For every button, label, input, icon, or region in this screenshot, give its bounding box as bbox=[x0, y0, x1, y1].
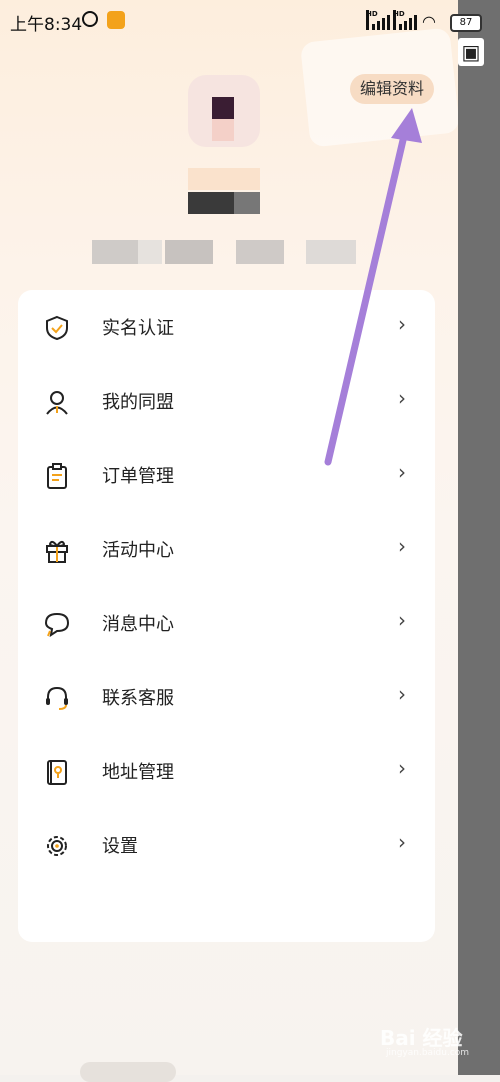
alarm-icon bbox=[82, 11, 98, 27]
clipboard-icon bbox=[44, 463, 70, 489]
menu-label: 我的同盟 bbox=[102, 392, 174, 413]
chevron-right-icon: › bbox=[398, 534, 406, 558]
headset-icon bbox=[44, 685, 70, 711]
scan-icon: ▣ bbox=[458, 38, 484, 66]
menu-label: 实名认证 bbox=[102, 318, 174, 339]
signal-icon: HD bbox=[366, 10, 392, 30]
person-icon bbox=[44, 389, 70, 415]
menu-label: 设置 bbox=[102, 836, 138, 857]
status-bar: 上午8:34 HD HD ◠ bbox=[0, 0, 458, 44]
menu-item-alliance[interactable]: 我的同盟 › bbox=[18, 364, 435, 438]
watermark-url: jingyan.baidu.com bbox=[386, 1048, 470, 1058]
address-book-icon bbox=[44, 759, 70, 785]
side-drawer: 上午8:34 HD HD ◠ 编辑资料 实名认证 › 我的同盟 › 订单管理 ›… bbox=[0, 0, 461, 1082]
shield-check-icon bbox=[44, 315, 70, 341]
edit-profile-button[interactable]: 编辑资料 bbox=[350, 74, 435, 104]
app-notification-icon bbox=[107, 11, 125, 29]
chevron-right-icon: › bbox=[398, 386, 406, 410]
chevron-right-icon: › bbox=[398, 756, 406, 780]
chat-bubble-icon bbox=[44, 611, 70, 638]
gear-icon bbox=[44, 833, 70, 859]
chevron-right-icon: › bbox=[398, 460, 406, 484]
menu-label: 地址管理 bbox=[102, 762, 174, 783]
chevron-right-icon: › bbox=[398, 312, 406, 336]
battery-indicator: 87 bbox=[450, 14, 482, 32]
menu-label: 活动中心 bbox=[102, 540, 174, 561]
watermark-logo: Bai 经验 bbox=[380, 1026, 463, 1050]
chevron-right-icon: › bbox=[398, 608, 406, 632]
home-indicator bbox=[80, 1062, 176, 1082]
menu-card: 实名认证 › 我的同盟 › 订单管理 › 活动中心 › 消息中心 › 联系客服 … bbox=[18, 290, 435, 942]
menu-item-activities[interactable]: 活动中心 › bbox=[18, 512, 435, 586]
avatar[interactable] bbox=[188, 75, 260, 147]
menu-label: 联系客服 bbox=[102, 688, 174, 709]
chevron-right-icon: › bbox=[398, 830, 406, 854]
status-time: 上午8:34 bbox=[10, 15, 83, 35]
menu-item-messages[interactable]: 消息中心 › bbox=[18, 586, 435, 660]
username-pixelated bbox=[188, 168, 260, 216]
menu-item-customer-service[interactable]: 联系客服 › bbox=[18, 660, 435, 734]
menu-item-real-name[interactable]: 实名认证 › bbox=[18, 290, 435, 364]
menu-item-settings[interactable]: 设置 › bbox=[18, 808, 435, 882]
menu-item-orders[interactable]: 订单管理 › bbox=[18, 438, 435, 512]
signal-icon-2: HD bbox=[393, 10, 419, 30]
menu-label: 订单管理 bbox=[102, 466, 174, 487]
dimmed-main-page[interactable]: ▣ bbox=[458, 0, 500, 1075]
menu-label: 消息中心 bbox=[102, 614, 174, 635]
gift-icon bbox=[44, 537, 70, 563]
wifi-icon: ◠ bbox=[422, 12, 436, 31]
chevron-right-icon: › bbox=[398, 682, 406, 706]
menu-item-address[interactable]: 地址管理 › bbox=[18, 734, 435, 808]
